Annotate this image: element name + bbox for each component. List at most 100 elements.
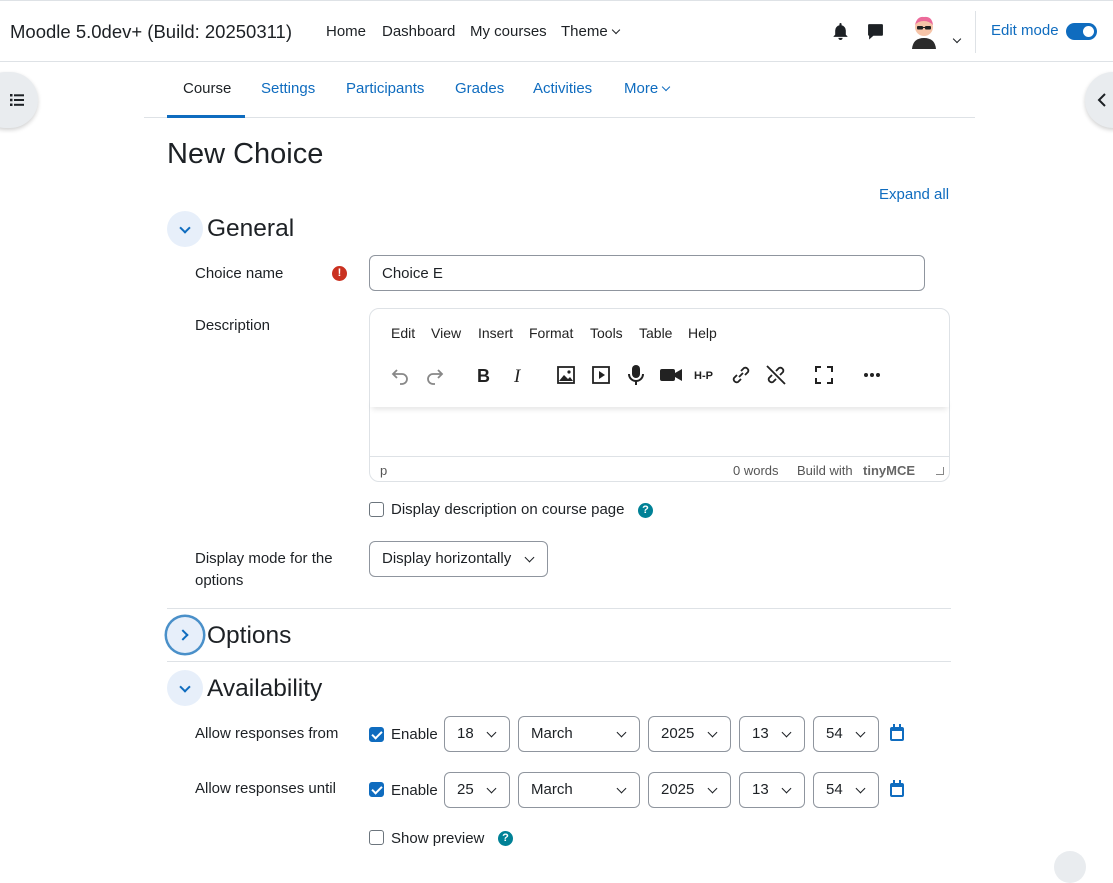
calendar-icon[interactable] xyxy=(890,724,904,741)
messages-icon[interactable] xyxy=(867,23,884,41)
video-camera-icon[interactable] xyxy=(659,363,683,387)
edit-mode-label[interactable]: Edit mode xyxy=(991,22,1059,39)
editor-menu-view[interactable]: View xyxy=(431,325,461,341)
display-description-checkbox[interactable] xyxy=(369,502,384,517)
expand-all-link[interactable]: Expand all xyxy=(879,186,949,203)
h5p-icon[interactable]: H-P xyxy=(694,363,718,387)
active-tab-indicator xyxy=(167,115,245,118)
redo-icon[interactable] xyxy=(423,363,447,387)
nav-home[interactable]: Home xyxy=(326,23,366,40)
svg-text:B: B xyxy=(477,366,490,386)
editor-word-count[interactable]: 0 words xyxy=(733,463,779,478)
nav-dashboard[interactable]: Dashboard xyxy=(382,23,455,40)
editor-menu-help[interactable]: Help xyxy=(688,325,717,341)
chevron-down-icon xyxy=(611,25,620,35)
course-index-drawer-button[interactable] xyxy=(0,72,38,128)
allow-until-label: Allow responses until xyxy=(195,780,336,797)
help-icon[interactable]: ? xyxy=(638,503,653,518)
expand-options-button[interactable] xyxy=(167,617,203,653)
section-title-options: Options xyxy=(207,622,292,649)
chevron-down-icon xyxy=(616,727,627,738)
chevron-down-icon xyxy=(707,783,718,794)
editor-brand-text: Build with xyxy=(797,463,853,478)
section-title-general: General xyxy=(207,215,295,242)
media-icon[interactable] xyxy=(589,363,613,387)
tab-more[interactable]: More xyxy=(624,80,671,97)
chevron-down-icon xyxy=(855,727,866,738)
allow-until-enable-checkbox[interactable] xyxy=(369,782,384,797)
allow-until-hour-select[interactable]: 13 xyxy=(739,772,805,808)
nav-my-courses[interactable]: My courses xyxy=(470,23,547,40)
image-icon[interactable] xyxy=(554,363,578,387)
allow-until-day-select[interactable]: 25 xyxy=(444,772,510,808)
allow-until-minute-select[interactable]: 54 xyxy=(813,772,879,808)
link-icon[interactable] xyxy=(729,363,753,387)
tab-participants[interactable]: Participants xyxy=(346,80,424,97)
allow-from-day-select[interactable]: 18 xyxy=(444,716,510,752)
editor-content-area[interactable] xyxy=(371,403,948,455)
collapse-availability-button[interactable] xyxy=(167,670,203,706)
more-tools-icon[interactable] xyxy=(860,363,884,387)
show-preview-checkbox[interactable] xyxy=(369,830,384,845)
allow-from-month-select[interactable]: March xyxy=(518,716,640,752)
description-label: Description xyxy=(195,317,271,334)
display-mode-select[interactable]: Display horizontally xyxy=(369,541,548,577)
choice-name-label: Choice name xyxy=(195,265,284,282)
site-brand[interactable]: Moodle 5.0dev+ (Build: 20250311) xyxy=(10,21,292,43)
editor-menu-edit[interactable]: Edit xyxy=(391,325,415,341)
bold-icon[interactable]: B xyxy=(471,363,495,387)
allow-until-year-value: 2025 xyxy=(661,781,695,798)
editor-menu-table[interactable]: Table xyxy=(639,325,672,341)
undo-icon[interactable] xyxy=(388,363,412,387)
collapse-general-button[interactable] xyxy=(167,211,203,247)
edit-mode-toggle[interactable] xyxy=(1066,23,1097,40)
calendar-icon[interactable] xyxy=(890,780,904,797)
tab-settings[interactable]: Settings xyxy=(261,80,315,97)
fullscreen-icon[interactable] xyxy=(812,363,836,387)
allow-from-month-value: March xyxy=(531,725,573,742)
allow-until-minute-value: 54 xyxy=(826,781,843,798)
allow-until-enable-label: Enable xyxy=(391,782,438,799)
block-drawer-button[interactable] xyxy=(1085,72,1113,128)
allow-from-hour-select[interactable]: 13 xyxy=(739,716,805,752)
allow-until-month-value: March xyxy=(531,781,573,798)
allow-from-label: Allow responses from xyxy=(195,725,339,742)
allow-until-year-select[interactable]: 2025 xyxy=(648,772,731,808)
allow-from-year-select[interactable]: 2025 xyxy=(648,716,731,752)
back-to-top-button[interactable] xyxy=(1054,851,1086,883)
bell-icon[interactable] xyxy=(832,23,849,41)
editor-menu-tools[interactable]: Tools xyxy=(590,325,623,341)
allow-until-hour-value: 13 xyxy=(752,781,769,798)
choice-name-input[interactable] xyxy=(369,255,925,291)
italic-icon[interactable]: I xyxy=(506,363,530,387)
chevron-down-icon xyxy=(781,783,792,794)
chevron-right-icon xyxy=(177,629,189,641)
tab-course[interactable]: Course xyxy=(183,80,231,97)
svg-text:H-P: H-P xyxy=(694,370,713,382)
user-avatar[interactable] xyxy=(909,15,939,49)
chevron-left-icon xyxy=(1097,93,1106,107)
editor-element-path[interactable]: p xyxy=(380,463,387,478)
svg-text:I: I xyxy=(513,366,522,387)
editor-menu-insert[interactable]: Insert xyxy=(478,325,513,341)
secondary-navigation: Course Settings Participants Grades Acti… xyxy=(144,62,975,118)
editor-menu-format[interactable]: Format xyxy=(529,325,573,341)
allow-from-enable-checkbox[interactable] xyxy=(369,727,384,742)
tab-grades[interactable]: Grades xyxy=(455,80,504,97)
resize-handle-icon[interactable] xyxy=(936,467,944,475)
user-menu-chevron-down-icon[interactable] xyxy=(952,34,962,44)
navbar-divider xyxy=(975,11,976,53)
allow-from-minute-value: 54 xyxy=(826,725,843,742)
help-icon[interactable]: ? xyxy=(498,831,513,846)
allow-until-month-select[interactable]: March xyxy=(518,772,640,808)
nav-theme[interactable]: Theme xyxy=(561,23,620,40)
tab-activities[interactable]: Activities xyxy=(533,80,592,97)
section-title-availability: Availability xyxy=(207,675,323,702)
page-title: New Choice xyxy=(167,138,324,170)
tinymce-logo[interactable]: tinyMCE xyxy=(863,463,915,478)
editor-statusbar: p 0 words Build with tinyMCE xyxy=(370,456,949,482)
unlink-icon[interactable] xyxy=(764,363,788,387)
microphone-icon[interactable] xyxy=(624,363,648,387)
allow-from-minute-select[interactable]: 54 xyxy=(813,716,879,752)
required-icon: ! xyxy=(332,266,347,281)
